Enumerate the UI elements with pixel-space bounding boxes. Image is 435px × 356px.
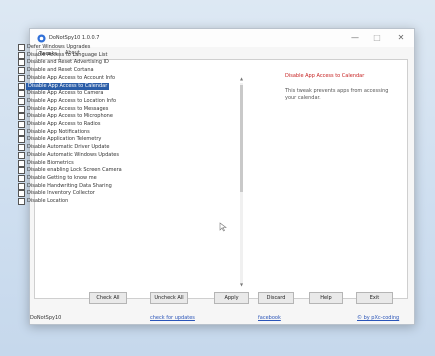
tweak-list-scrollbar[interactable]: ▲ ▼ xyxy=(238,76,245,290)
tweak-label: Disable Access to Language List xyxy=(27,51,108,58)
tweak-checkbox[interactable] xyxy=(18,190,25,198)
tweak-row[interactable]: Disable and Reset Cortana xyxy=(18,67,233,75)
description-title: Disable App Access to Calendar xyxy=(285,73,365,79)
tweak-row[interactable]: Disable and Reset Advertising ID xyxy=(18,59,233,67)
tweak-row[interactable]: Disable App Access to Camera xyxy=(18,90,233,98)
tweak-row[interactable]: Disable Location xyxy=(18,198,233,205)
tweak-label: Disable Application Telemetry xyxy=(27,136,102,143)
tweak-row[interactable]: Disable App Access to Microphone xyxy=(18,113,233,121)
tweak-checkbox[interactable] xyxy=(18,174,25,182)
tweak-label: Disable and Reset Cortana xyxy=(27,67,94,74)
discard-button[interactable]: Discard xyxy=(258,292,294,304)
tweak-label: Disable App Access to Location Info xyxy=(27,97,117,104)
tweak-row[interactable]: Disable Automatic Windows Updates xyxy=(18,151,233,159)
tweak-label: Defer Windows Upgrades xyxy=(27,44,91,50)
tweak-row[interactable]: Disable Inventory Collector xyxy=(18,190,233,198)
tweak-row[interactable]: Disable Access to Language List xyxy=(18,51,233,59)
window-title: DoNotSpy10 1.0.0.7 xyxy=(49,35,100,41)
tweak-label: Disable App Access to Calendar xyxy=(26,82,110,90)
tweak-checkbox[interactable] xyxy=(18,90,25,98)
tweak-label: Disable Inventory Collector xyxy=(27,190,95,197)
tweak-label: Disable App Access to Microphone xyxy=(27,113,113,120)
help-button[interactable]: Help xyxy=(309,292,343,304)
tweak-checkbox[interactable] xyxy=(18,128,25,136)
tweak-row[interactable]: Defer Windows Upgrades xyxy=(18,44,233,51)
check-all-button[interactable]: Check All xyxy=(89,292,127,304)
tweak-checkbox[interactable] xyxy=(18,67,25,75)
scroll-down-icon[interactable]: ▼ xyxy=(238,282,245,288)
tweak-row[interactable]: Disable Application Telemetry xyxy=(18,136,233,144)
tweak-label: Disable Automatic Driver Update xyxy=(27,144,110,151)
tweak-list: Defer Windows Upgrades Disable Access to … xyxy=(18,44,233,270)
tweak-row[interactable]: Disable App Access to Location Info xyxy=(18,97,233,105)
tweak-checkbox[interactable] xyxy=(18,44,25,51)
close-button[interactable]: ✕ xyxy=(392,32,410,44)
tweak-checkbox[interactable] xyxy=(18,167,25,175)
tweak-row[interactable]: Disable Automatic Driver Update xyxy=(18,144,233,152)
tweak-label: Disable App Access to Radios xyxy=(27,121,101,127)
tweak-label: Disable App Notifications xyxy=(27,128,90,135)
tweak-row[interactable]: Disable App Access to Account Info xyxy=(18,74,233,82)
exit-button[interactable]: Exit xyxy=(356,292,393,304)
tweak-label: Disable Automatic Windows Updates xyxy=(27,151,119,158)
tweak-row[interactable]: Disable Biometrics xyxy=(18,159,233,167)
tweak-row[interactable]: Disable enabling Lock Screen Camera xyxy=(18,167,233,175)
tweak-checkbox[interactable] xyxy=(18,159,25,167)
tweak-label: Disable enabling Lock Screen Camera xyxy=(27,167,122,174)
tweak-checkbox[interactable] xyxy=(18,151,25,159)
app-icon xyxy=(37,34,46,43)
tweak-checkbox[interactable] xyxy=(18,182,25,190)
tweak-row[interactable]: Disable Getting to know me xyxy=(18,174,233,182)
tweak-checkbox[interactable] xyxy=(18,198,25,205)
status-app-name: DoNotSpy10 xyxy=(30,315,62,321)
facebook-link[interactable]: facebook xyxy=(258,313,281,324)
tweak-checkbox[interactable] xyxy=(18,51,25,59)
check-updates-link[interactable]: check for updates xyxy=(150,313,195,324)
tweak-label: Disable Biometrics xyxy=(27,159,74,166)
apply-button[interactable]: Apply xyxy=(214,292,249,304)
tweak-checkbox[interactable] xyxy=(18,121,25,128)
author-link[interactable]: © by pXc-coding xyxy=(357,313,399,324)
tweak-row[interactable]: Disable App Access to Radios xyxy=(18,121,233,128)
tweak-checkbox[interactable] xyxy=(18,136,25,144)
tweak-checkbox[interactable] xyxy=(18,97,25,105)
tweak-row[interactable]: Disable App Notifications xyxy=(18,128,233,136)
tweak-label: Disable Handwriting Data Sharing xyxy=(27,182,112,189)
tweak-checkbox[interactable] xyxy=(18,59,25,67)
tweak-label: Disable App Access to Messages xyxy=(27,105,109,112)
tweak-label: Disable App Access to Camera xyxy=(27,90,104,97)
tweak-row[interactable]: Disable Handwriting Data Sharing xyxy=(18,182,233,190)
minimize-button[interactable]: — xyxy=(346,32,364,44)
tweak-label: Disable App Access to Account Info xyxy=(27,74,116,81)
maximize-button[interactable]: □ xyxy=(368,32,386,44)
tweak-label: Disable Location xyxy=(27,198,69,204)
status-bar: DoNotSpy10 check for updates facebook © … xyxy=(30,313,414,324)
tweak-checkbox[interactable] xyxy=(18,74,25,82)
scrollbar-thumb[interactable] xyxy=(240,85,243,192)
tweak-checkbox[interactable] xyxy=(18,113,25,121)
tweak-checkbox[interactable] xyxy=(18,144,25,152)
tweak-checkbox[interactable] xyxy=(18,105,25,113)
tweak-row[interactable]: Disable App Access to Messages xyxy=(18,105,233,113)
tweak-checkbox[interactable] xyxy=(18,82,25,90)
tweak-label: Disable and Reset Advertising ID xyxy=(27,59,109,66)
mouse-cursor-icon xyxy=(219,222,227,232)
uncheck-all-button[interactable]: Uncheck All xyxy=(150,292,188,304)
description-text: This tweak prevents apps from accessing … xyxy=(285,88,389,101)
scroll-up-icon[interactable]: ▲ xyxy=(238,76,245,82)
tweak-row[interactable]: Disable App Access to Calendar xyxy=(18,82,233,90)
tweak-label: Disable Getting to know me xyxy=(27,174,97,181)
